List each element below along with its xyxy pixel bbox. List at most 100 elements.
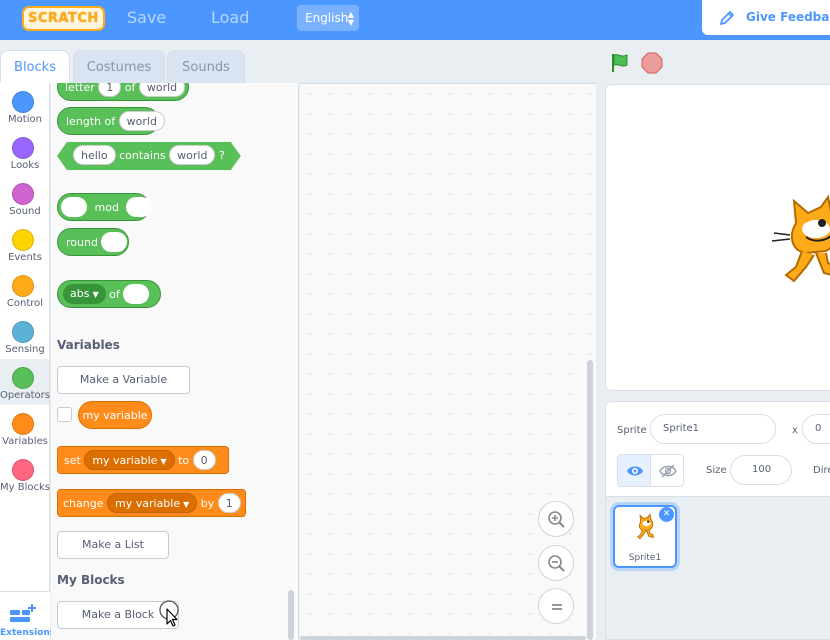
category-label: Events: [8, 252, 42, 263]
size-label: Size: [706, 465, 727, 476]
change-variable-block[interactable]: change my variable ▼ by 1: [57, 489, 246, 517]
direction-label: Dire: [813, 465, 830, 476]
category-sound[interactable]: Sound: [0, 175, 49, 221]
give-feedback-button[interactable]: Give Feedback: [702, 0, 830, 35]
block-text: contains: [119, 149, 166, 162]
zoom-in-button[interactable]: [538, 501, 574, 537]
variable-dropdown[interactable]: my variable ▼: [84, 450, 175, 470]
number-slot[interactable]: [123, 284, 150, 304]
sprite-name-input[interactable]: Sprite1: [650, 414, 776, 444]
extensions-icon: [10, 604, 36, 622]
block-text: round: [66, 236, 98, 249]
length-of-block[interactable]: length of world: [57, 107, 165, 135]
category-label: Sensing: [5, 344, 45, 355]
set-variable-block[interactable]: set my variable ▼ to 0: [57, 446, 229, 474]
script-horizontal-scrollbar[interactable]: [300, 636, 586, 640]
make-list-button[interactable]: Make a List: [57, 531, 169, 559]
feedback-label: Give Feedback: [746, 10, 830, 24]
value-slot[interactable]: 1: [217, 493, 241, 513]
category-operators[interactable]: Operators: [0, 359, 50, 405]
letter-of-block[interactable]: letter 1 of world: [57, 83, 189, 101]
eye-icon: [627, 466, 643, 476]
number-slot[interactable]: [101, 232, 128, 252]
category-label: Motion: [8, 114, 42, 125]
palette-scrollbar[interactable]: [288, 590, 294, 640]
text-slot[interactable]: world: [169, 145, 215, 165]
value-slot[interactable]: 0: [192, 450, 216, 470]
category-label: Looks: [10, 160, 40, 171]
x-label: x: [792, 425, 798, 436]
block-text: set: [64, 454, 81, 467]
tab-sounds[interactable]: Sounds: [167, 50, 245, 84]
category-motion[interactable]: Motion: [0, 83, 49, 129]
cat-thumbnail-icon: [637, 513, 654, 540]
number-slot[interactable]: 1: [98, 83, 122, 97]
category-looks[interactable]: Looks: [0, 129, 49, 175]
caret-down-icon: ▼: [92, 290, 99, 299]
tab-blocks[interactable]: Blocks: [0, 50, 70, 84]
scratch-logo[interactable]: SCRATCH: [22, 6, 105, 31]
menu-bar: SCRATCH Save Load English ▲ ▼ Give Feedba…: [0, 0, 830, 40]
category-label: Variables: [2, 436, 48, 447]
category-menu: Motion Looks Sound Events Control Sensin…: [0, 83, 56, 640]
my-blocks-heading: My Blocks: [57, 573, 125, 587]
language-select[interactable]: English ▲ ▼: [297, 5, 359, 31]
script-vertical-scrollbar[interactable]: [587, 360, 593, 640]
caret-down-icon: ▼: [160, 457, 167, 466]
round-block[interactable]: round: [57, 228, 129, 256]
mouse-cursor-icon: [159, 600, 179, 627]
stop-icon[interactable]: [641, 52, 663, 74]
number-slot[interactable]: [61, 197, 87, 217]
sensing-dot-icon: [12, 321, 34, 343]
contains-block[interactable]: hello contains world ?: [57, 142, 241, 170]
my-variable-reporter[interactable]: my variable: [78, 401, 152, 429]
size-input[interactable]: 100: [730, 455, 792, 485]
motion-dot-icon: [12, 91, 34, 113]
tab-costumes[interactable]: Costumes: [73, 50, 165, 84]
category-my-blocks[interactable]: My Blocks: [0, 451, 50, 497]
looks-dot-icon: [12, 137, 34, 159]
dropdown-value: my variable: [92, 454, 158, 467]
extensions-button[interactable]: Extensions: [0, 591, 56, 640]
my-blocks-dot-icon: [12, 459, 34, 481]
cat-sprite-icon: [771, 194, 830, 283]
variable-dropdown[interactable]: my variable ▼: [106, 493, 198, 513]
category-variables[interactable]: Variables: [0, 405, 49, 451]
load-menu[interactable]: Load: [211, 8, 249, 27]
sound-dot-icon: [12, 183, 34, 205]
number-slot[interactable]: [126, 197, 153, 217]
block-text: letter: [65, 83, 95, 94]
make-variable-button[interactable]: Make a Variable: [57, 366, 190, 394]
text-slot[interactable]: world: [118, 111, 165, 131]
block-text: to: [178, 454, 190, 467]
zoom-out-icon: [548, 555, 565, 572]
block-text: of: [109, 288, 120, 301]
block-text: change: [63, 497, 104, 510]
caret-down-icon: ▼: [183, 500, 190, 509]
category-control[interactable]: Control: [0, 267, 49, 313]
category-events[interactable]: Events: [0, 221, 49, 267]
abs-of-block[interactable]: abs ▼ of: [57, 280, 161, 308]
text-slot[interactable]: world: [138, 83, 186, 97]
block-text: mod: [94, 201, 119, 214]
stage[interactable]: [605, 84, 830, 391]
green-flag-icon[interactable]: [609, 52, 631, 74]
save-menu[interactable]: Save: [127, 8, 166, 27]
mod-block[interactable]: mod: [57, 193, 153, 221]
extensions-label: Extensions: [0, 628, 56, 638]
x-input[interactable]: 0: [802, 414, 830, 444]
category-sensing[interactable]: Sensing: [0, 313, 49, 359]
control-dot-icon: [12, 275, 34, 297]
category-label: My Blocks: [0, 482, 50, 493]
hide-sprite-button[interactable]: [650, 454, 684, 487]
text-slot[interactable]: hello: [73, 145, 116, 165]
zoom-out-button[interactable]: [538, 545, 574, 581]
zoom-reset-button[interactable]: [538, 588, 574, 624]
category-label: Operators: [0, 390, 50, 401]
events-dot-icon: [12, 229, 34, 251]
function-dropdown[interactable]: abs ▼: [63, 284, 106, 304]
block-text: ?: [218, 149, 225, 162]
variable-checkbox[interactable]: [57, 407, 72, 422]
show-sprite-button[interactable]: [617, 454, 651, 487]
delete-sprite-icon[interactable]: ✕: [659, 507, 674, 522]
